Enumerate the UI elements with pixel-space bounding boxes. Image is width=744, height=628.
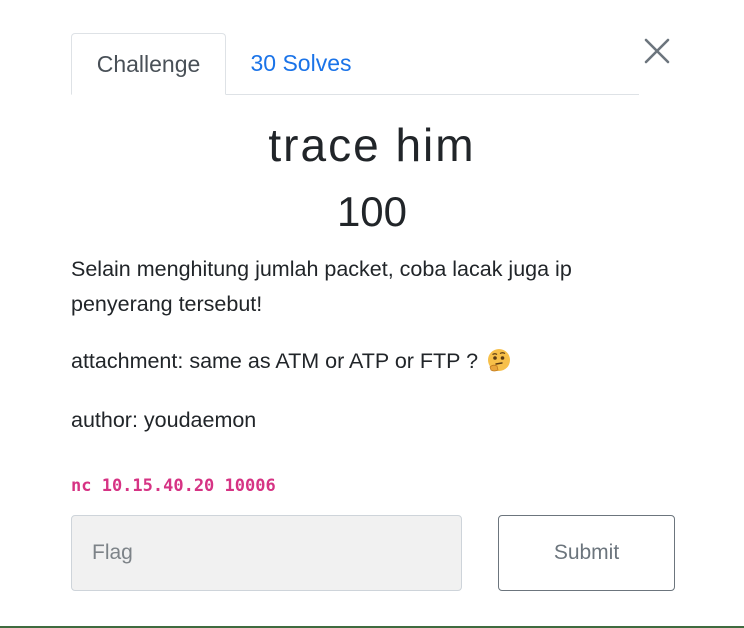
attachment-text: attachment: same as ATM or ATP or FTP ? xyxy=(71,348,479,373)
close-icon xyxy=(644,38,670,64)
challenge-modal: Challenge 30 Solves trace him 100 Selain… xyxy=(0,0,744,626)
submit-button[interactable]: Submit xyxy=(498,515,675,591)
tab-challenge[interactable]: Challenge xyxy=(71,33,226,95)
tab-solves-label: 30 Solves xyxy=(250,50,352,76)
close-button[interactable] xyxy=(640,34,674,68)
attachment-line: attachment: same as ATM or ATP or FTP ? xyxy=(71,348,512,374)
flag-input[interactable] xyxy=(71,515,462,591)
challenge-tabs: Challenge 30 Solves xyxy=(71,33,639,95)
connection-command: nc 10.15.40.20 10006 xyxy=(71,476,276,496)
author-line: author: youdaemon xyxy=(71,408,257,432)
challenge-description: Selain menghitung jumlah packet, coba la… xyxy=(71,257,572,316)
tab-solves[interactable]: 30 Solves xyxy=(226,33,376,94)
challenge-name: trace him xyxy=(268,119,476,171)
challenge-value: 100 xyxy=(336,188,408,235)
tab-challenge-label: Challenge xyxy=(96,50,201,77)
thinking-face-icon xyxy=(488,349,511,372)
